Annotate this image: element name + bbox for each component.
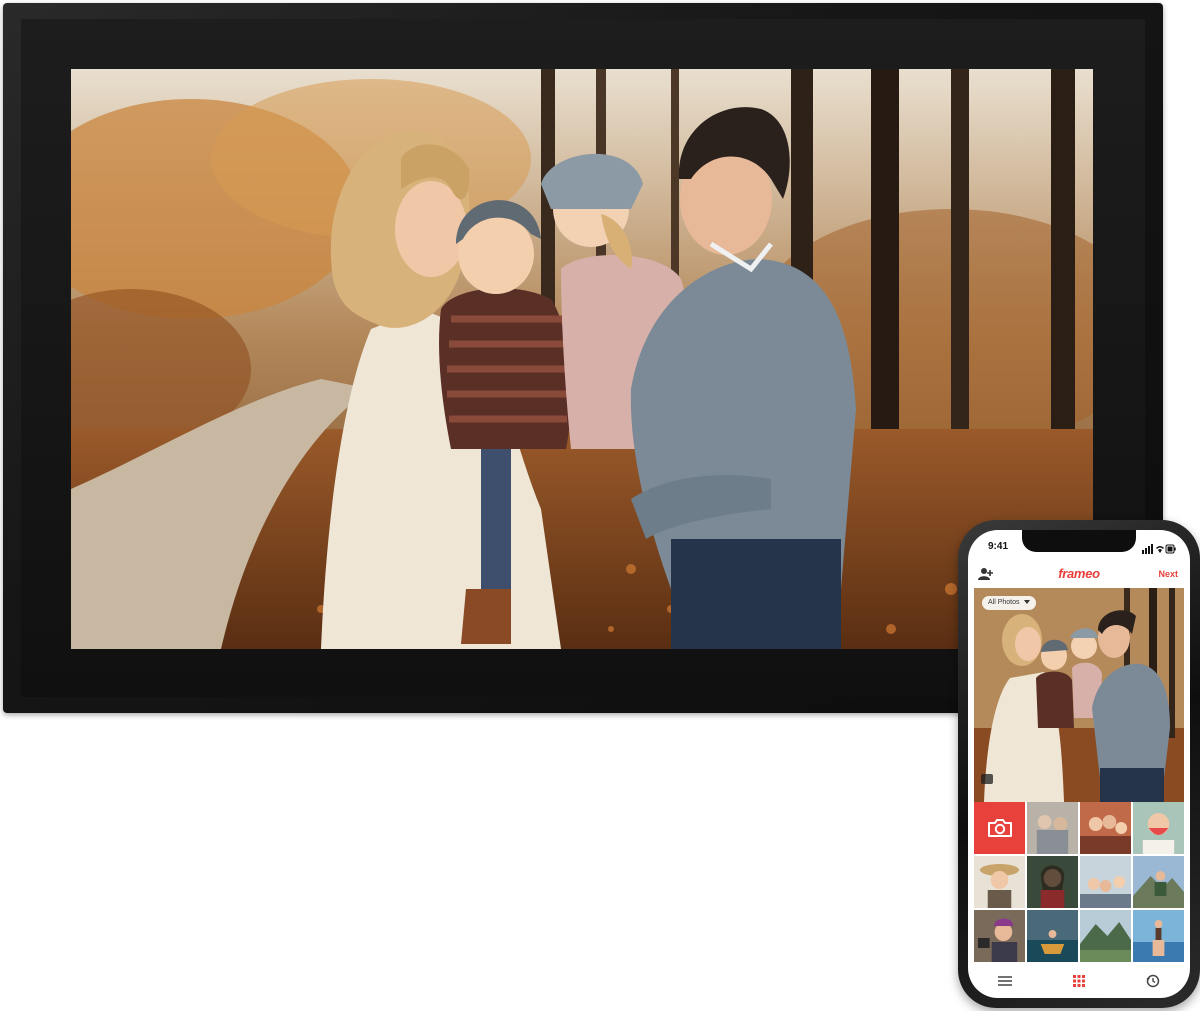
photo-thumbnail[interactable]: [1080, 910, 1131, 962]
multi-select-icon[interactable]: [981, 774, 993, 784]
signal-icon: [1142, 544, 1153, 554]
bottom-tab-bar: [968, 966, 1190, 996]
photo-grid: [974, 802, 1184, 962]
app-header: frameo Next: [968, 562, 1190, 588]
app-logo: frameo: [1058, 566, 1100, 581]
album-select-label: All Photos: [988, 599, 1020, 606]
status-time: 9:41: [988, 541, 1009, 552]
smartphone: 9:41 frameo Next All Photos: [958, 520, 1200, 1008]
photo-thumbnail[interactable]: [1133, 910, 1184, 962]
photo-thumbnail[interactable]: [1027, 856, 1078, 908]
grid-icon[interactable]: [1068, 970, 1090, 992]
photo-thumbnail[interactable]: [1027, 802, 1078, 854]
camera-button[interactable]: [974, 802, 1025, 854]
phone-notch: [1022, 530, 1136, 552]
history-icon[interactable]: [1142, 970, 1164, 992]
selected-photo-preview[interactable]: All Photos: [974, 588, 1184, 802]
frame-display: [71, 69, 1093, 649]
photo-thumbnail[interactable]: [1027, 910, 1078, 962]
wifi-icon: [1156, 546, 1164, 553]
photo-thumbnail[interactable]: [1080, 856, 1131, 908]
photo-thumbnail[interactable]: [974, 910, 1025, 962]
phone-screen: 9:41 frameo Next All Photos: [968, 530, 1190, 998]
photo-thumbnail[interactable]: [1133, 802, 1184, 854]
album-select[interactable]: All Photos: [982, 596, 1037, 610]
next-button[interactable]: Next: [1158, 569, 1178, 579]
photo-thumbnail[interactable]: [1080, 802, 1131, 854]
camera-icon: [987, 819, 1012, 837]
chevron-down-icon: [1024, 600, 1031, 605]
photo-thumbnail[interactable]: [1133, 856, 1184, 908]
family-photo: [71, 69, 1093, 649]
battery-icon: [1165, 544, 1176, 554]
preview-photo: [974, 588, 1184, 802]
status-icons: [1142, 541, 1176, 559]
hamburger-menu-icon[interactable]: [994, 970, 1016, 992]
photo-thumbnail[interactable]: [974, 856, 1025, 908]
